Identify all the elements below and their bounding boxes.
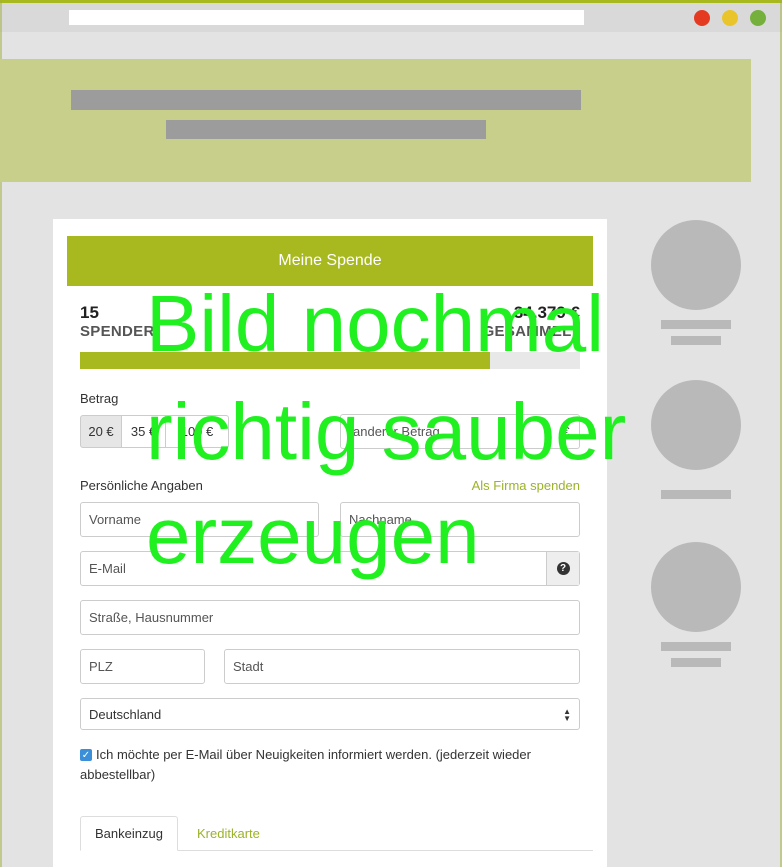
email-placeholder: E-Mail xyxy=(89,561,126,576)
banner-subtitle-placeholder xyxy=(166,120,486,139)
firstname-placeholder: Vorname xyxy=(89,512,142,527)
browser-toolbar xyxy=(0,0,782,32)
amount-option-button[interactable]: 20 € xyxy=(80,415,122,448)
banner-title-placeholder xyxy=(71,90,581,110)
overlay-text-line: Bild nochmal xyxy=(146,279,605,368)
email-help-button[interactable]: ? xyxy=(546,552,579,585)
city-placeholder: Stadt xyxy=(233,659,264,674)
address-bar[interactable] xyxy=(69,10,584,25)
maximize-window-button[interactable] xyxy=(750,10,766,26)
overlay-text-line: richtig sauber xyxy=(146,387,627,476)
tab-kreditkarte[interactable]: Kreditkarte xyxy=(183,816,274,851)
zip-placeholder: PLZ xyxy=(89,659,113,674)
amount-label: Betrag xyxy=(80,391,119,406)
minimize-window-button[interactable] xyxy=(722,10,738,26)
close-window-button[interactable] xyxy=(694,10,710,26)
country-value: Deutschland xyxy=(89,706,162,722)
sidebar-avatar-placeholder xyxy=(651,542,741,632)
sidebar-text-placeholder xyxy=(661,642,731,651)
select-arrows-icon: ▲ ▼ xyxy=(563,707,571,723)
tab-bankeinzug[interactable]: Bankeinzug xyxy=(80,816,178,851)
street-input[interactable]: Straße, Hausnummer xyxy=(80,600,580,635)
donors-count: 15 xyxy=(80,303,99,322)
city-input[interactable]: Stadt xyxy=(224,649,580,684)
newsletter-label: Ich möchte per E-Mail über Neuigkeiten i… xyxy=(80,747,531,782)
newsletter-checkbox[interactable]: ✓ xyxy=(80,749,92,761)
zip-input[interactable]: PLZ xyxy=(80,649,205,684)
street-placeholder: Straße, Hausnummer xyxy=(89,610,214,625)
sidebar-text-placeholder xyxy=(661,320,731,329)
overlay-text-line: erzeugen xyxy=(146,491,480,580)
sidebar-avatar-placeholder xyxy=(651,220,741,310)
sidebar-avatar-placeholder xyxy=(651,380,741,470)
header-banner xyxy=(0,59,751,182)
country-select[interactable]: Deutschland ▲ ▼ xyxy=(80,698,580,730)
sidebar-text-placeholder xyxy=(661,490,731,499)
question-icon: ? xyxy=(556,562,570,575)
sidebar-text-placeholder xyxy=(671,336,721,345)
company-donation-link[interactable]: Als Firma spenden xyxy=(472,478,580,493)
sidebar-text-placeholder xyxy=(671,658,721,667)
donors-label: SPENDER xyxy=(80,323,155,340)
